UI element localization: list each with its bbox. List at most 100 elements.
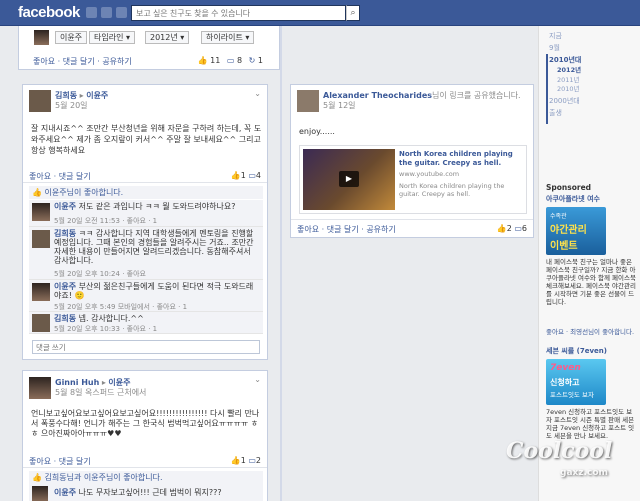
- messages-icon[interactable]: [101, 7, 112, 18]
- post-options-icon[interactable]: ⌄: [254, 375, 261, 384]
- link-preview[interactable]: ▶ North Korea children playing the guita…: [299, 145, 527, 214]
- facebook-logo[interactable]: facebook: [18, 4, 80, 21]
- year-dropdown[interactable]: 2012년 ▾: [145, 31, 190, 44]
- divider: [23, 467, 267, 468]
- year-link[interactable]: 출생: [549, 107, 581, 119]
- profile-stats: 👍 11 ▭ 8 ↻ 1: [198, 56, 263, 65]
- like-icon[interactable]: 👍: [231, 171, 241, 180]
- comment-icon[interactable]: ▭: [248, 171, 256, 180]
- post-target[interactable]: 이윤주: [108, 378, 130, 387]
- author-avatar[interactable]: [29, 377, 51, 399]
- post-options-icon[interactable]: ⌄: [254, 89, 261, 98]
- year-link[interactable]: 지금: [549, 30, 581, 42]
- comment-meta[interactable]: 5월 20일 오전 11:53 · 좋아요 · 1: [54, 216, 157, 226]
- comment-meta[interactable]: 5월 20일 오후 10:33 · 좋아요 · 1: [54, 324, 157, 334]
- author-avatar[interactable]: [297, 90, 319, 112]
- post-date[interactable]: 5월 12일: [323, 100, 356, 111]
- comment-count: 2: [255, 456, 261, 465]
- year-link[interactable]: 9월: [549, 42, 581, 54]
- year-link[interactable]: 2012년: [549, 66, 581, 76]
- comment-meta[interactable]: 5월 20일 오후 5:49 모바일에서 · 좋아요 · 1: [54, 302, 187, 312]
- comment-item: 김희동 넵. 감사합니다.^^ 5월 20일 오후 10:33 · 좋아요 · …: [29, 312, 263, 334]
- post-author[interactable]: Alexander Theocharides: [323, 91, 432, 100]
- post-actions[interactable]: 좋아요 · 댓글 달기: [29, 171, 91, 182]
- link-domain: www.youtube.com: [399, 170, 460, 178]
- post-body: 잘 지내시죠^^ 조만간 부산청년을 위해 자문을 구하려 하는데, 꼭 도와주…: [31, 124, 262, 155]
- ad-unit[interactable]: 아쿠아플라넷 여수 수족관 야간관리 이벤트 내 페이스북 친구는 얼마나 좋은…: [546, 194, 636, 336]
- post-date[interactable]: 5월 8일 옥스퍼드 근처에서: [55, 387, 146, 398]
- friend-requests-icon[interactable]: [86, 7, 97, 18]
- highlights-dropdown[interactable]: 하이라이트 ▾: [201, 31, 255, 44]
- ad-image-text: 야간관리: [550, 225, 587, 236]
- arrow-right-icon: ▸: [101, 378, 106, 387]
- comment-avatar[interactable]: [32, 230, 50, 248]
- comment-input[interactable]: [32, 340, 260, 354]
- search-icon[interactable]: ⌕: [346, 5, 360, 21]
- post-stats: 👍2 ▭6: [497, 224, 527, 233]
- link-title[interactable]: North Korea children playing the guitar.…: [399, 150, 524, 168]
- profile-avatar[interactable]: [34, 30, 49, 45]
- post-actions[interactable]: 좋아요 · 댓글 달기 · 공유하기: [297, 224, 396, 235]
- post-author[interactable]: Ginni Huh: [55, 378, 99, 387]
- liked-by-text[interactable]: 이윤주님이 좋아합니다.: [45, 188, 124, 197]
- ad-title[interactable]: 아쿠아플라넷 여수: [546, 194, 636, 204]
- comment-icon[interactable]: ▭: [248, 456, 256, 465]
- comment-icon[interactable]: ▭: [227, 56, 235, 65]
- post-target[interactable]: 이윤주: [86, 91, 108, 100]
- year-link[interactable]: 2010년: [549, 85, 581, 95]
- video-thumbnail[interactable]: ▶: [303, 149, 395, 210]
- ad-meta[interactable]: 좋아요 · 최영선님이 좋아합니다.: [546, 326, 636, 336]
- post-author[interactable]: 김희동: [55, 91, 77, 100]
- profile-likes: 11: [210, 56, 221, 65]
- notifications-icon[interactable]: [116, 7, 127, 18]
- top-bar: facebook ⌕: [0, 0, 640, 26]
- like-icon[interactable]: 👍: [497, 224, 507, 233]
- author-avatar[interactable]: [29, 90, 51, 112]
- post-body: enjoy......: [299, 127, 335, 136]
- comment-icon[interactable]: ▭: [514, 224, 522, 233]
- liked-by-text[interactable]: 김희동님과 이윤주님이 좋아합니다.: [45, 473, 163, 482]
- comment-avatar[interactable]: [32, 283, 50, 301]
- comment-author[interactable]: 이윤주: [54, 488, 76, 497]
- post-actions[interactable]: 좋아요 · 댓글 달기: [29, 456, 91, 467]
- comment-author[interactable]: 김희동: [54, 314, 76, 323]
- post-date[interactable]: 5월 20일: [55, 100, 88, 111]
- comment-avatar[interactable]: [32, 486, 48, 501]
- ad-image-text: 이벤트: [550, 241, 578, 252]
- post-card: 김희동 ▸ 이윤주 5월 20일 ⌄ 잘 지내시죠^^ 조만간 부산청년을 위해…: [22, 84, 268, 360]
- comment-author[interactable]: 이윤주: [54, 202, 76, 211]
- comment-author[interactable]: 이윤주: [54, 282, 76, 291]
- ad-image-text: 신청하고: [550, 378, 580, 387]
- year-link[interactable]: 2000년대: [549, 95, 581, 107]
- year-indicator: [546, 54, 548, 124]
- like-icon[interactable]: 👍: [231, 456, 241, 465]
- comment-item: 이윤주 나도 무자보고싶어!!! 근데 범벅이 뭐지???: [29, 484, 263, 501]
- timeline-dropdown[interactable]: 타임라인 ▾: [89, 31, 135, 44]
- ad-image[interactable]: 수족관 야간관리 이벤트: [546, 207, 606, 255]
- year-link[interactable]: 2010년대: [549, 54, 581, 66]
- profile-actions[interactable]: 좋아요 · 댓글 달기 · 공유하기: [33, 56, 132, 67]
- post-body: 언니보고싶어요보고싶어요보고싶어요!!!!!!!!!!!!!!!! 다시 빨리 …: [31, 409, 260, 438]
- search-input[interactable]: [131, 5, 346, 21]
- play-icon[interactable]: ▶: [339, 171, 359, 187]
- comment-text: ㅋㅋ 감사합니다 지역 대학생들에게 멘토링을 진행할 예정입니다. 그때 본인…: [54, 229, 254, 265]
- comment-avatar[interactable]: [32, 314, 50, 332]
- year-link[interactable]: 2011년: [549, 76, 581, 86]
- post-stats: 👍1 ▭2: [231, 456, 261, 465]
- arrow-right-icon: ▸: [79, 91, 84, 100]
- watermark-domain: gaxz.com: [560, 468, 608, 478]
- comment-meta[interactable]: 5월 20일 오후 10:24 · 좋아요: [54, 269, 146, 279]
- ad-title[interactable]: 세븐 씨를 (7even): [546, 346, 636, 356]
- like-icon[interactable]: 👍: [198, 56, 208, 65]
- share-icon[interactable]: ↻: [249, 56, 256, 65]
- comment-author[interactable]: 김희동: [54, 229, 76, 238]
- profile-comments: 8: [237, 56, 243, 65]
- profile-name-button[interactable]: 이윤주: [55, 31, 88, 44]
- liked-by-row: 👍 김희동님과 이윤주님이 좋아합니다.: [29, 471, 263, 484]
- comment-avatar[interactable]: [32, 203, 50, 221]
- comment-text: 부산의 젊은친구들에게 도움이 된다면 적극 도와드래야죠! 🙂: [54, 282, 254, 300]
- like-count: 1: [240, 171, 246, 180]
- ad-image[interactable]: 7even 신청하고 포스트잇도 보자: [546, 359, 606, 405]
- comment-item: 이윤주 저도 같은 과입니다 ㅋㅋ 뭘 도와드려야하나요? 5월 20일 오전 …: [29, 200, 263, 227]
- ad-image-text: 7even: [550, 363, 581, 373]
